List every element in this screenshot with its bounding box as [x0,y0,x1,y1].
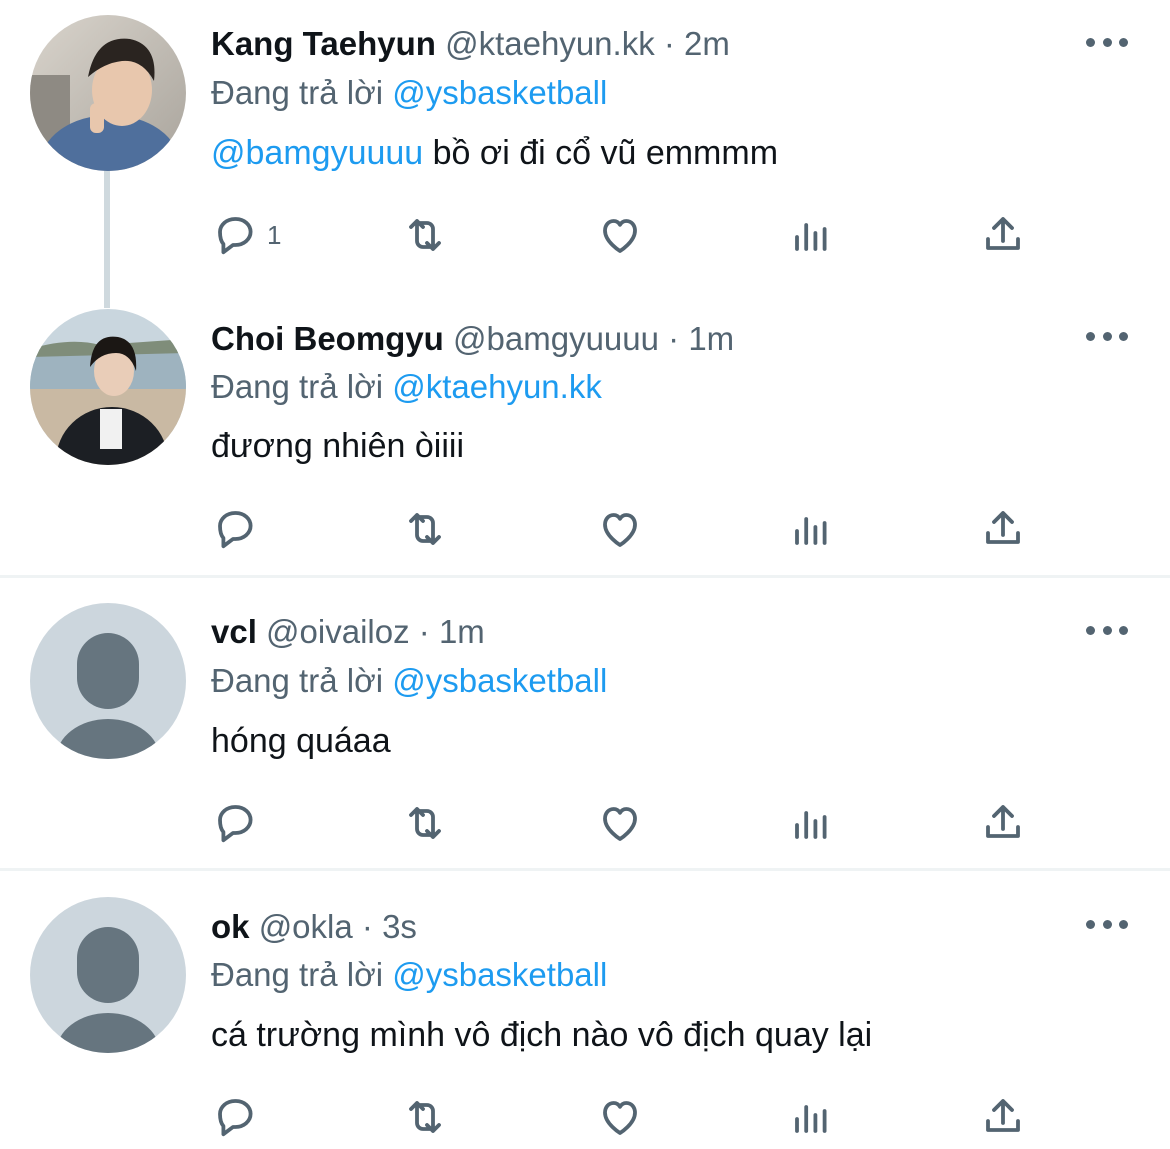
tweet[interactable]: Choi Beomgyu @bamgyuuuu · 1m Đang trả lờ… [0,295,1170,575]
display-name[interactable]: vcl [211,613,257,650]
tweet[interactable]: ok @okla · 3s Đang trả lời @ysbasketball… [0,884,1170,1149]
tweet-actions [211,1092,1051,1142]
more-icon[interactable] [1086,622,1128,638]
like-icon [603,807,637,841]
like-button[interactable] [596,1092,644,1142]
tweet[interactable]: Kang Taehyun @ktaehyun.kk · 2m Đang trả … [0,0,1170,308]
tweet-actions [211,504,1051,554]
replying-to: Đang trả lời @ysbasketball [211,955,607,995]
more-icon[interactable] [1086,328,1128,344]
tweet-header: Choi Beomgyu @bamgyuuuu · 1m [211,319,734,359]
replying-to-label: Đang trả lời [211,74,384,111]
views-icon [795,1105,827,1133]
replying-to-label: Đang trả lời [211,368,384,405]
like-button[interactable] [596,504,644,554]
thread-line [104,170,110,308]
more-icon[interactable] [1086,34,1128,50]
reply-count: 1 [267,219,282,250]
replying-to: Đang trả lời @ysbasketball [211,661,607,701]
views-icon [795,811,827,839]
replying-to-label: Đang trả lời [211,662,384,699]
retweet-button[interactable] [401,798,449,848]
like-icon [603,513,637,547]
share-icon [986,511,1020,544]
views-button[interactable] [787,798,835,848]
tweet-header: Kang Taehyun @ktaehyun.kk · 2m [211,24,730,64]
replying-to-mention[interactable]: @ysbasketball [392,956,607,993]
display-name[interactable]: Kang Taehyun [211,25,436,62]
retweet-button[interactable] [401,504,449,554]
reply-button[interactable] [211,798,259,848]
replying-to-label: Đang trả lời [211,956,384,993]
share-button[interactable] [979,210,1027,260]
views-icon [795,517,827,545]
share-button[interactable] [979,798,1027,848]
tweet-text: cá trường mình vô địch nào vô địch quay … [211,1016,873,1054]
retweet-button[interactable] [401,210,449,260]
timestamp[interactable]: 1m [688,320,734,357]
divider [0,868,1170,871]
tweet-text-content: bồ ơi đi cổ vũ emmmm [423,134,779,172]
like-button[interactable] [596,210,644,260]
separator: · [663,25,675,62]
timestamp[interactable]: 2m [684,25,730,62]
like-icon [603,219,637,253]
views-icon [795,223,827,251]
views-button[interactable] [787,210,835,260]
separator: · [668,320,680,357]
timestamp[interactable]: 3s [382,908,417,945]
views-button[interactable] [787,504,835,554]
default-avatar[interactable] [30,897,186,1053]
separator: · [418,613,430,650]
default-avatar[interactable] [30,603,186,759]
tweet[interactable]: vcl @oivailoz · 1m Đang trả lời @ysbaske… [0,590,1170,868]
avatar[interactable] [30,309,186,465]
reply-icon [218,217,253,255]
handle[interactable]: @bamgyuuuu [453,320,659,357]
separator: · [361,908,373,945]
tweet-text: @bamgyuuuu bồ ơi đi cổ vũ emmmm [211,132,778,174]
tweet-text: đương nhiên òiiii [211,427,464,465]
reply-icon [218,1099,253,1137]
tweet-mention[interactable]: @bamgyuuuu [211,134,423,172]
like-icon [603,1101,637,1135]
views-button[interactable] [787,1092,835,1142]
tweet-header: vcl @oivailoz · 1m [211,612,485,652]
tweet-actions: 1 [211,210,1051,260]
reply-button[interactable]: 1 [211,210,281,260]
like-button[interactable] [596,798,644,848]
reply-button[interactable] [211,1092,259,1142]
retweet-icon [409,807,441,839]
more-icon[interactable] [1086,916,1128,932]
avatar[interactable] [30,15,186,171]
share-button[interactable] [979,1092,1027,1142]
reply-icon [218,805,253,843]
replying-to-mention[interactable]: @ysbasketball [392,662,607,699]
replying-to-mention[interactable]: @ktaehyun.kk [392,368,602,405]
retweet-icon [409,1101,441,1133]
share-icon [986,1099,1020,1132]
reply-button[interactable] [211,504,259,554]
handle[interactable]: @okla [259,908,353,945]
share-icon [986,217,1020,250]
tweet-actions [211,798,1051,848]
tweet-header: ok @okla · 3s [211,907,417,947]
share-button[interactable] [979,504,1027,554]
divider [0,575,1170,578]
tweet-text: hóng quáaa [211,722,391,760]
handle[interactable]: @oivailoz [266,613,410,650]
replying-to-mention[interactable]: @ysbasketball [392,74,607,111]
display-name[interactable]: Choi Beomgyu [211,320,444,357]
share-icon [986,805,1020,838]
reply-icon [218,511,253,549]
retweet-icon [409,219,441,251]
retweet-icon [409,513,441,545]
handle[interactable]: @ktaehyun.kk [445,25,655,62]
retweet-button[interactable] [401,1092,449,1142]
timestamp[interactable]: 1m [439,613,485,650]
display-name[interactable]: ok [211,908,250,945]
replying-to: Đang trả lời @ktaehyun.kk [211,367,602,407]
replying-to: Đang trả lời @ysbasketball [211,73,607,113]
